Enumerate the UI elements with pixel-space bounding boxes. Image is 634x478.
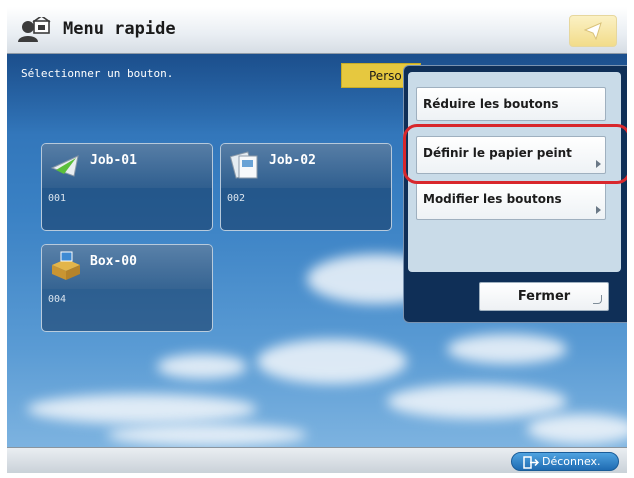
cloud [387, 384, 567, 419]
copy-job-icon [227, 150, 263, 184]
favorite-button[interactable] [569, 15, 617, 47]
tile-name: Box-00 [90, 254, 137, 269]
close-button[interactable]: Fermer [479, 282, 609, 311]
cloud [257, 339, 407, 384]
send-job-icon [48, 150, 84, 184]
logout-label: Déconnex. [542, 455, 601, 468]
tile-number: 004 [48, 294, 67, 305]
paper-plane-icon [584, 22, 602, 40]
close-button-label: Fermer [517, 289, 571, 304]
chevron-right-icon [596, 206, 601, 214]
instruction-text: Sélectionner un bouton. [21, 67, 174, 80]
tile-job-01[interactable]: Job-01 001 [41, 143, 213, 231]
screen: Menu rapide Sélectionner un bouton. Pers… [7, 7, 627, 473]
tile-name: Job-01 [90, 153, 137, 168]
tile-name: Job-02 [269, 153, 316, 168]
user-home-icon [16, 15, 52, 43]
return-arrow-icon [593, 295, 602, 304]
cloud [157, 354, 247, 379]
menu-item-label: Modifier les boutons [423, 192, 562, 206]
header-bar: Menu rapide [7, 7, 627, 54]
footer-bar: Déconnex. [7, 447, 627, 473]
menu-item-reduce-buttons[interactable]: Réduire les boutons [416, 87, 606, 121]
logout-button[interactable]: Déconnex. [511, 452, 619, 471]
menu-item-label: Réduire les boutons [423, 97, 559, 111]
logout-icon [523, 456, 539, 469]
highlight-ring [403, 124, 627, 184]
cloud [27, 394, 257, 424]
tile-job-02[interactable]: Job-02 002 [220, 143, 392, 231]
mailbox-icon [48, 251, 84, 285]
cloud [527, 414, 627, 444]
page-title: Menu rapide [63, 19, 176, 39]
cloud [447, 334, 567, 364]
menu-item-edit-buttons[interactable]: Modifier les boutons [416, 182, 606, 220]
tile-number: 001 [48, 193, 67, 204]
cloud [107, 424, 307, 446]
tile-box-00[interactable]: Box-00 004 [41, 244, 213, 332]
tile-number: 002 [227, 193, 246, 204]
